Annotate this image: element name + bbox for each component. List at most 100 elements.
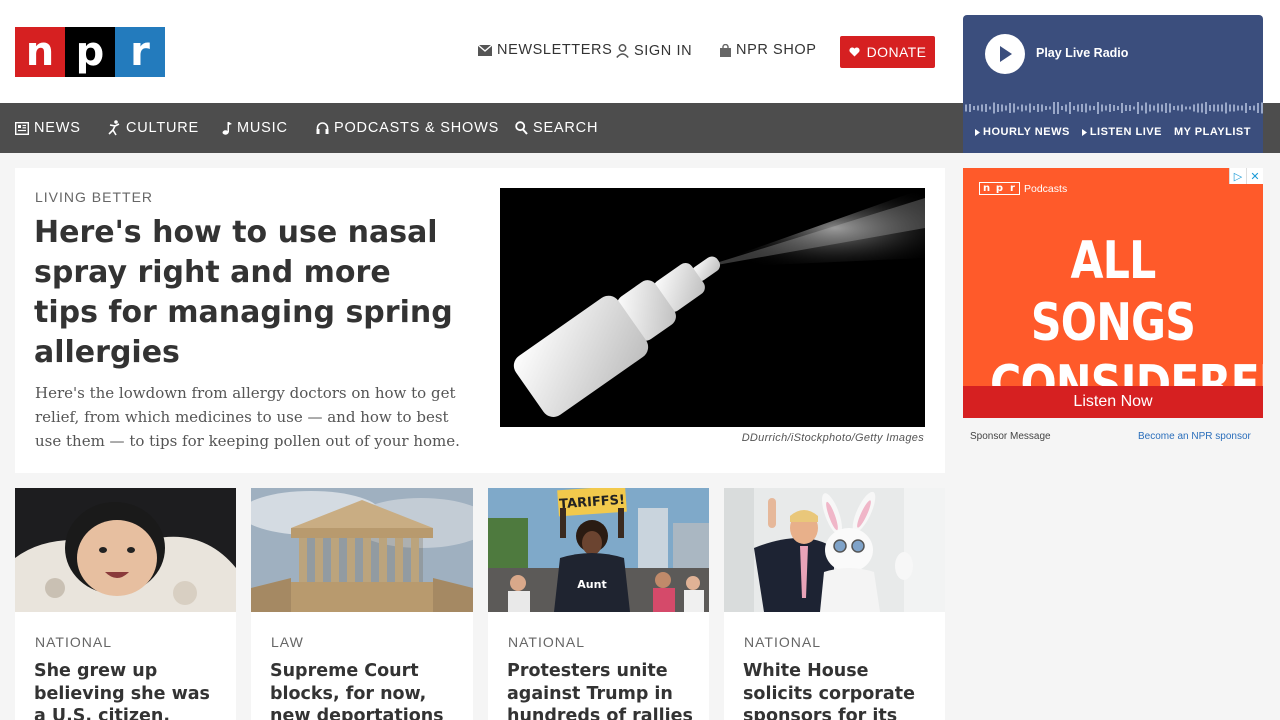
waveform-bar <box>985 104 987 112</box>
nasal-spray-image[interactable] <box>500 188 925 427</box>
waveform-bar <box>1065 104 1067 112</box>
ad-title-line-1: ALL SONGS <box>1030 231 1196 353</box>
waveform-bar <box>1201 103 1203 113</box>
waveform-bar <box>1053 102 1055 114</box>
nav-item-music[interactable]: MUSIC <box>222 103 288 153</box>
nav-label-search: SEARCH <box>533 120 599 136</box>
waveform-bar <box>1205 102 1207 114</box>
npr-shop-link[interactable]: NPR SHOP <box>720 42 817 58</box>
waveform-bar <box>1029 103 1031 113</box>
waveform-bar <box>1217 104 1219 112</box>
story-card[interactable]: TARIFFS! Aunt NATIONAL Protesters unite … <box>488 488 709 720</box>
newsletters-link[interactable]: NEWSLETTERS <box>478 42 612 58</box>
waveform-bar <box>1137 102 1139 114</box>
waveform-bar <box>973 106 975 110</box>
hourly-news-label: HOURLY NEWS <box>983 126 1070 138</box>
waveform-bar <box>997 104 999 112</box>
story-card[interactable]: NATIONAL White House solicits corporate … <box>724 488 945 720</box>
image-credit: DDurrich/iStockphoto/Getty Images <box>741 432 924 444</box>
featured-story-slug[interactable]: LIVING BETTER <box>35 189 153 205</box>
waveform-bar <box>1189 106 1191 110</box>
waveform-bar <box>1125 105 1127 111</box>
story-card[interactable]: LAW Supreme Court blocks, for now, new d… <box>251 488 473 720</box>
my-playlist-link[interactable]: MY PLAYLIST <box>1174 126 1251 138</box>
news-icon <box>15 121 29 135</box>
waveform-bar <box>1085 103 1087 113</box>
story-title[interactable]: Protesters unite against Trump in hundre… <box>507 660 697 720</box>
featured-story-teaser[interactable]: Here's the lowdown from allergy doctors … <box>35 381 460 453</box>
story-slug[interactable]: NATIONAL <box>508 634 585 650</box>
envelope-icon <box>478 44 492 56</box>
story-slug[interactable]: LAW <box>271 634 304 650</box>
culture-icon <box>108 120 120 136</box>
audio-waveform <box>965 102 1263 114</box>
shirt-text: Aunt <box>577 578 606 591</box>
close-icon[interactable]: ✕ <box>1246 168 1263 184</box>
ad-choices[interactable]: ▷ ✕ <box>1229 168 1263 184</box>
waveform-bar <box>1261 102 1263 114</box>
caret-right-icon <box>975 128 980 136</box>
baby-photo[interactable] <box>15 488 236 612</box>
logo-letter-r: r <box>115 27 165 77</box>
waveform-bar <box>1149 104 1151 112</box>
waveform-bar <box>1025 105 1027 111</box>
nav-label-podcasts-shows: PODCASTS & SHOWS <box>334 120 500 136</box>
search-icon <box>515 121 528 135</box>
supreme-court-photo[interactable] <box>251 488 473 612</box>
listen-live-link[interactable]: LISTEN LIVE <box>1081 126 1162 138</box>
featured-story-title[interactable]: Here's how to use nasal spray right and … <box>34 213 454 373</box>
donate-button[interactable]: DONATE <box>840 36 935 68</box>
waveform-bar <box>969 104 971 112</box>
waveform-bar <box>981 104 983 112</box>
waveform-bar <box>1225 102 1227 114</box>
play-icon <box>1000 46 1012 62</box>
waveform-bar <box>1041 104 1043 112</box>
waveform-bar <box>1181 104 1183 112</box>
adchoices-icon[interactable]: ▷ <box>1229 168 1246 184</box>
hourly-news-link[interactable]: HOURLY NEWS <box>975 126 1070 138</box>
waveform-bar <box>1037 104 1039 112</box>
protesters-photo[interactable]: TARIFFS! Aunt <box>488 488 709 612</box>
waveform-bar <box>1109 104 1111 112</box>
shopping-bag-icon <box>720 43 731 57</box>
npr-logo[interactable]: n p r <box>15 27 165 77</box>
waveform-bar <box>1145 102 1147 114</box>
ad-listen-now-button[interactable]: Listen Now <box>963 386 1263 418</box>
waveform-bar <box>1013 103 1015 113</box>
waveform-bar <box>1237 105 1239 111</box>
nav-item-podcasts-shows[interactable]: PODCASTS & SHOWS <box>316 103 499 153</box>
waveform-bar <box>1193 104 1195 112</box>
supreme-court-illustration <box>251 488 473 612</box>
waveform-bar <box>989 106 991 110</box>
waveform-bar <box>1101 104 1103 112</box>
nav-item-search[interactable]: SEARCH <box>515 103 598 153</box>
sponsor-ad[interactable]: ▷ ✕ n p r Podcasts ALL SONGS CONSIDERED … <box>963 168 1263 418</box>
waveform-bar <box>1017 106 1019 110</box>
play-live-radio-label[interactable]: Play Live Radio <box>1036 46 1128 60</box>
easter-bunny-photo[interactable] <box>724 488 945 612</box>
become-sponsor-link[interactable]: Become an NPR sponsor <box>1138 431 1251 442</box>
waveform-bar <box>1113 105 1115 111</box>
sign-in-link[interactable]: SIGN IN <box>616 43 692 59</box>
baby-illustration <box>15 488 236 612</box>
story-title[interactable]: White House solicits corporate sponsors … <box>743 660 933 720</box>
waveform-bar <box>1241 105 1243 111</box>
story-card[interactable]: NATIONAL She grew up believing she was a… <box>15 488 236 720</box>
story-title[interactable]: She grew up believing she was a U.S. cit… <box>34 660 224 720</box>
nav-item-news[interactable]: NEWS <box>15 103 81 153</box>
nav-label-music: MUSIC <box>237 120 288 136</box>
waveform-bar <box>1117 106 1119 110</box>
npr-shop-label: NPR SHOP <box>736 42 817 58</box>
protest-illustration: TARIFFS! Aunt <box>488 488 709 612</box>
waveform-bar <box>1049 106 1051 110</box>
nav-item-culture[interactable]: CULTURE <box>108 103 199 153</box>
story-slug[interactable]: NATIONAL <box>744 634 821 650</box>
waveform-bar <box>965 104 967 112</box>
user-icon <box>616 44 629 58</box>
waveform-bar <box>1213 104 1215 112</box>
story-title[interactable]: Supreme Court blocks, for now, new depor… <box>270 660 460 720</box>
story-slug[interactable]: NATIONAL <box>35 634 112 650</box>
waveform-bar <box>1229 104 1231 112</box>
play-button[interactable] <box>985 34 1025 74</box>
nasal-spray-illustration <box>500 188 925 427</box>
